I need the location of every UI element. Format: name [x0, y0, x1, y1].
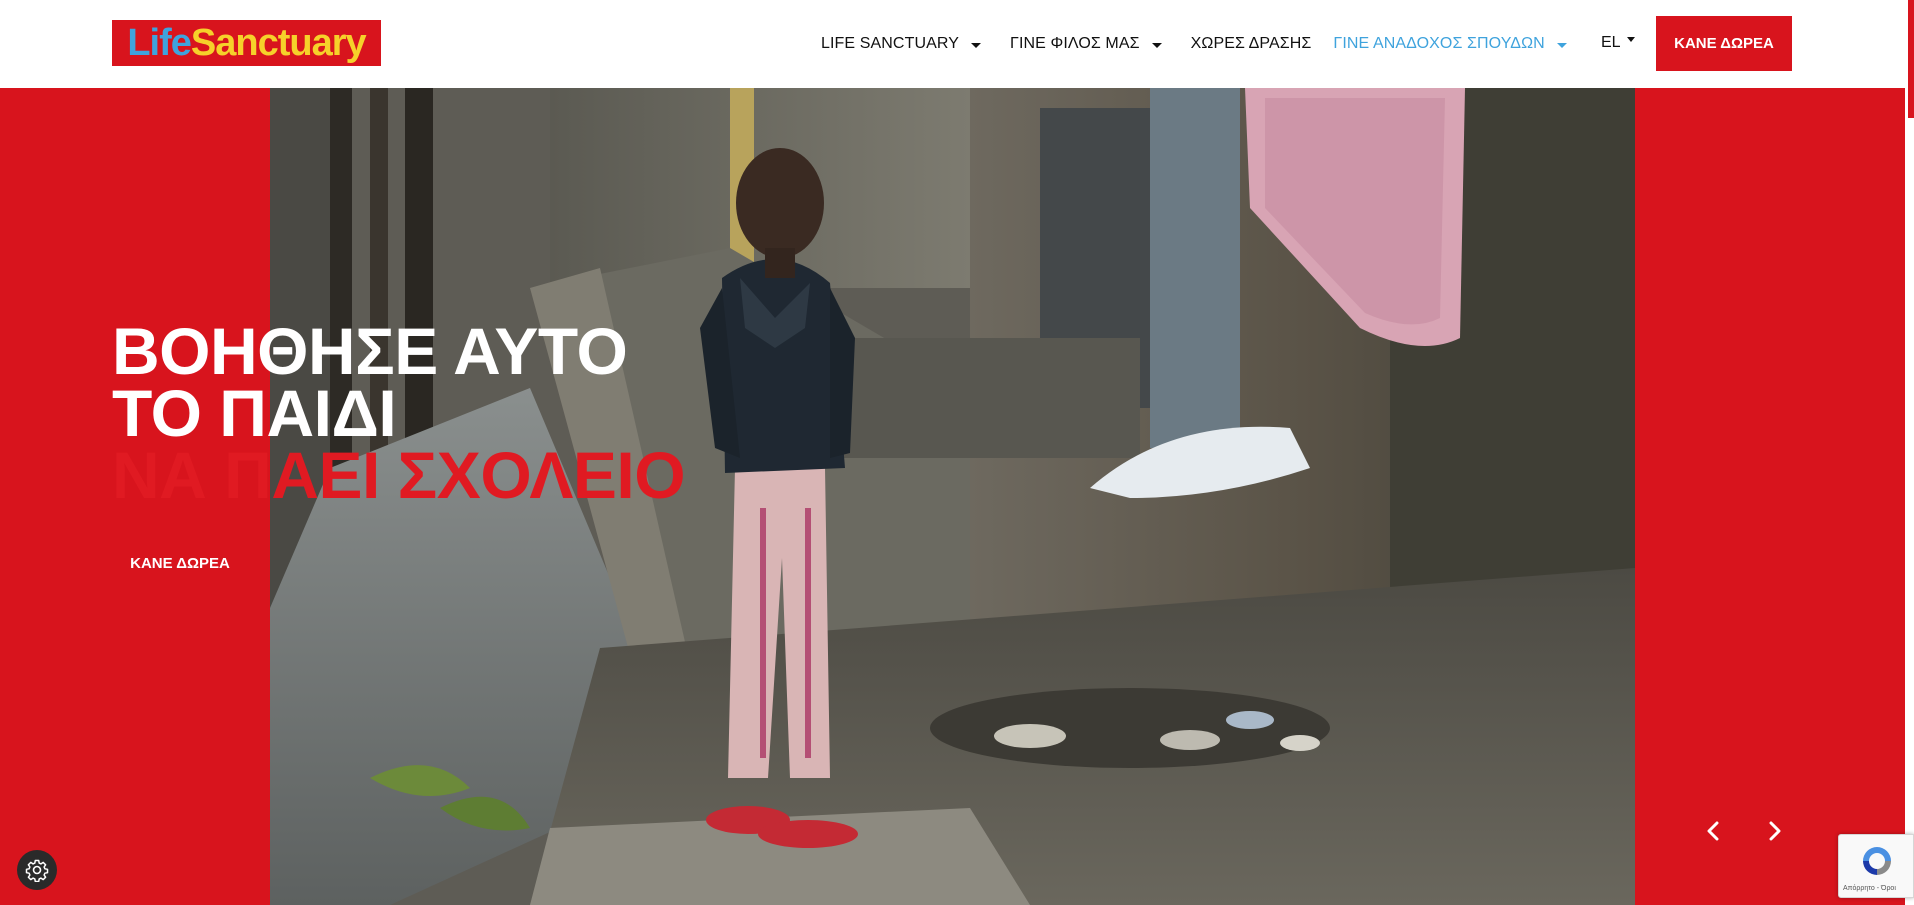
cookie-settings-button[interactable] [17, 850, 57, 890]
caret-down-icon [1626, 36, 1635, 42]
page-scrollbar[interactable] [1905, 0, 1914, 905]
recaptcha-badge[interactable]: Απόρρητο - Όροι [1838, 834, 1914, 898]
nav-item-label: ΧΩΡΕΣ ΔΡΑΣΗΣ [1190, 35, 1312, 52]
caret-down-icon [971, 42, 982, 48]
slider-next-button[interactable] [1751, 808, 1796, 853]
site-logo[interactable]: LifeSanctuary [112, 20, 381, 66]
language-label: EL [1601, 34, 1621, 51]
logo-text-sanctuary: Sanctuary [190, 22, 367, 64]
logo-text: LifeSanctuary [127, 22, 367, 64]
hero-title-line-2: ΤΟ ΠΑΙΔΙ [112, 376, 397, 450]
page-scrollbar-thumb[interactable] [1908, 0, 1914, 118]
chevron-left-icon [1707, 821, 1718, 840]
site-header: LifeSanctuary LIFE SANCTUARY ΓΙΝΕ ΦΙΛΟΣ … [0, 0, 1914, 88]
chevron-right-icon [1769, 821, 1780, 840]
gear-icon [25, 859, 49, 882]
nav-item-label: ΓΙΝΕ ΑΝΑΔΟΧΟΣ ΣΠΟΥΔΩΝ [1333, 35, 1545, 52]
nav-item-life-sanctuary[interactable]: LIFE SANCTUARY [821, 35, 982, 53]
main-nav: LIFE SANCTUARY ΓΙΝΕ ΦΙΛΟΣ ΜΑΣ ΧΩΡΕΣ ΔΡΑΣ… [821, 0, 1596, 88]
nav-item-label: ΓΙΝΕ ΦΙΛΟΣ ΜΑΣ [1010, 35, 1140, 52]
nav-item-sponsor-studies[interactable]: ΓΙΝΕ ΑΝΑΔΟΧΟΣ ΣΠΟΥΔΩΝ [1333, 35, 1567, 53]
hero-title-line-1: ΒΟΗΘΗΣΕ ΑΥΤΟ [112, 314, 628, 388]
nav-item-become-friend[interactable]: ΓΙΝΕ ΦΙΛΟΣ ΜΑΣ [1010, 35, 1162, 53]
nav-item-countries[interactable]: ΧΩΡΕΣ ΔΡΑΣΗΣ [1191, 35, 1312, 53]
caret-down-icon [1556, 42, 1567, 48]
hero-title: ΒΟΗΘΗΣΕ ΑΥΤΟ ΤΟ ΠΑΙΔΙ ΝΑ ΠΑΕΙ ΣΧΟΛΕΙΟ [112, 314, 686, 512]
donate-button-header[interactable]: ΚΑΝΕ ΔΩΡΕΑ [1656, 16, 1792, 71]
hero-title-line-3: ΝΑ ΠΑΕΙ ΣΧΟΛΕΙΟ [112, 438, 686, 512]
nav-item-label: LIFE SANCTUARY [821, 35, 960, 52]
recaptcha-icon [1863, 847, 1891, 875]
recaptcha-footer-text: Απόρρητο - Όροι [1843, 885, 1896, 892]
caret-down-icon [1151, 42, 1162, 48]
donate-button-hero[interactable]: ΚΑΝΕ ΔΩΡΕΑ [112, 536, 248, 591]
logo-text-life: Life [127, 22, 192, 64]
language-selector[interactable]: EL [1601, 34, 1635, 52]
slider-prev-button[interactable] [1691, 808, 1736, 853]
hero-slider: ΒΟΗΘΗΣΕ ΑΥΤΟ ΤΟ ΠΑΙΔΙ ΝΑ ΠΑΕΙ ΣΧΟΛΕΙΟ ΚΑ… [0, 88, 1914, 905]
